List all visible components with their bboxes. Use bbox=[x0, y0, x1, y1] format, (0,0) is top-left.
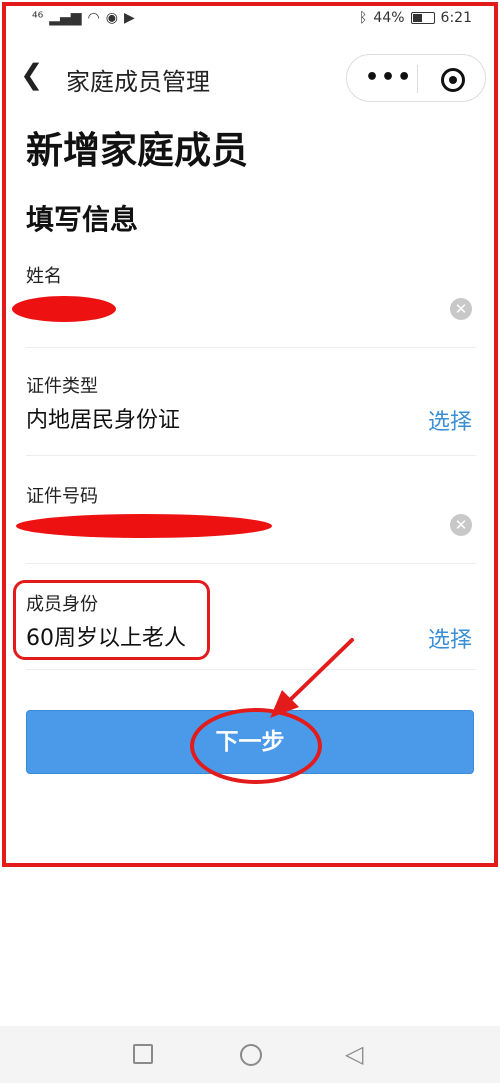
redacted-name bbox=[12, 296, 116, 322]
system-nav-bar: ◁ bbox=[0, 1026, 500, 1083]
nav-title: 家庭成员管理 bbox=[66, 68, 210, 96]
home-icon[interactable] bbox=[240, 1044, 262, 1066]
clear-icon[interactable]: ✕ bbox=[450, 514, 472, 536]
close-miniprogram-icon[interactable] bbox=[441, 68, 465, 92]
id-type-select-button[interactable]: 选择 bbox=[428, 404, 472, 436]
navigation-bar: ❮ 家庭成员管理 ••• bbox=[0, 44, 500, 114]
wifi-icon: ◠ bbox=[87, 10, 100, 26]
id-type-label: 证件类型 bbox=[26, 376, 98, 397]
clock: 6:21 bbox=[440, 10, 472, 26]
battery-percent: 44% bbox=[373, 10, 405, 26]
bluetooth-icon: ᛒ bbox=[359, 10, 368, 26]
redacted-id-number bbox=[16, 514, 272, 538]
app-notification-icon: ▶ bbox=[123, 10, 135, 26]
id-type-field[interactable]: 证件类型 内地居民身份证 选择 bbox=[26, 372, 476, 456]
name-field[interactable]: 姓名 ✕ bbox=[12, 262, 476, 348]
member-identity-value: 60周岁以上老人 bbox=[26, 626, 186, 651]
recents-icon[interactable] bbox=[133, 1044, 153, 1064]
capsule-divider bbox=[417, 65, 418, 93]
id-type-value: 内地居民身份证 bbox=[26, 408, 181, 433]
signal-icon: ⁴⁶ bbox=[32, 10, 44, 26]
battery-icon bbox=[410, 12, 435, 24]
miniprogram-capsule: ••• bbox=[346, 54, 486, 102]
member-identity-label: 成员身份 bbox=[26, 594, 98, 615]
member-identity-select-button[interactable]: 选择 bbox=[428, 622, 472, 654]
more-icon[interactable]: ••• bbox=[365, 65, 413, 90]
back-icon[interactable]: ❮ bbox=[20, 58, 43, 91]
signal-bars-icon: ▂▄▆ bbox=[49, 10, 82, 26]
section-title: 填写信息 bbox=[26, 203, 139, 236]
id-number-label: 证件号码 bbox=[26, 486, 98, 507]
name-label: 姓名 bbox=[26, 266, 62, 287]
next-step-button[interactable]: 下一步 bbox=[26, 710, 474, 774]
member-identity-field[interactable]: 成员身份 60周岁以上老人 选择 bbox=[26, 590, 476, 670]
status-bar: ⁴⁶ ▂▄▆ ◠ ◉ ▶ ᛒ 44% 6:21 bbox=[0, 0, 500, 42]
page-title: 新增家庭成员 bbox=[26, 129, 248, 172]
clear-icon[interactable]: ✕ bbox=[450, 298, 472, 320]
back-triangle-icon[interactable]: ◁ bbox=[345, 1040, 363, 1068]
id-number-field[interactable]: 证件号码 ✕ bbox=[16, 482, 476, 564]
eye-icon: ◉ bbox=[105, 10, 118, 26]
status-right: ᛒ 44% 6:21 bbox=[359, 10, 472, 26]
status-left: ⁴⁶ ▂▄▆ ◠ ◉ ▶ bbox=[32, 10, 135, 26]
